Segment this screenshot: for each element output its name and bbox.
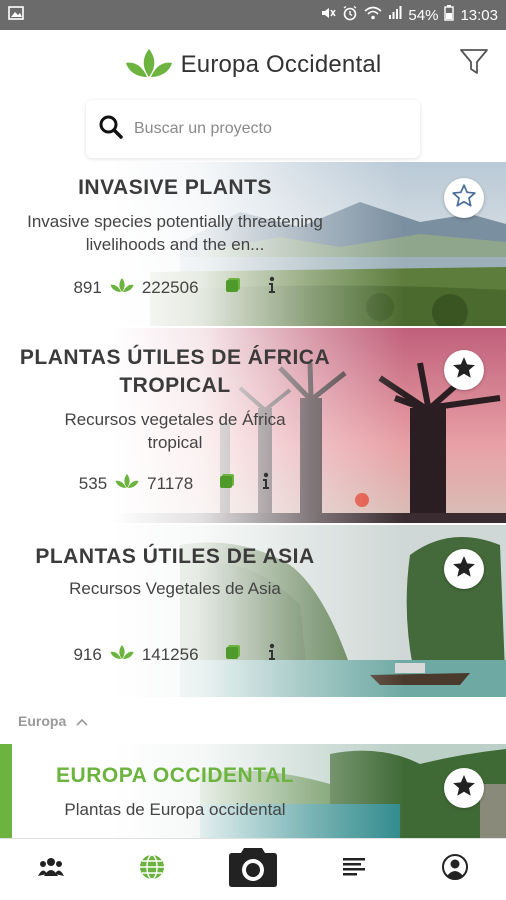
section-header-europa[interactable]: Europa — [0, 698, 506, 744]
search-input[interactable] — [134, 120, 408, 138]
mute-icon — [320, 6, 337, 24]
nav-projects[interactable] — [122, 842, 182, 898]
project-title: EUROPA OCCIDENTAL — [56, 764, 294, 787]
project-card-asia[interactable]: PLANTAS ÚTILES DE ASIA Recursos Vegetale… — [0, 525, 506, 697]
section-label: Europa — [18, 713, 67, 729]
favorite-button[interactable] — [444, 768, 484, 808]
project-stats: 916 141256 — [0, 643, 350, 666]
star-filled-icon — [451, 554, 477, 585]
filter-button[interactable] — [458, 48, 490, 80]
brand: Europa Occidental — [125, 47, 382, 84]
project-title: INVASIVE PLANTS — [78, 176, 272, 199]
images-count: 71178 — [147, 473, 194, 493]
species-count: 916 — [73, 644, 102, 664]
project-description: Recursos vegetales de África tropical — [64, 410, 286, 452]
leaf-icon — [110, 277, 134, 298]
images-icon — [219, 473, 235, 494]
filter-icon — [459, 48, 489, 81]
project-card-invasive-plants[interactable]: INVASIVE PLANTS Invasive species potenti… — [0, 162, 506, 326]
species-count: 535 — [78, 473, 108, 493]
project-description: Invasive species potentially threatening… — [27, 212, 323, 254]
bottom-navigation — [0, 838, 506, 900]
star-filled-icon — [451, 773, 477, 804]
info-icon[interactable] — [261, 472, 271, 495]
battery-percent: 54% — [408, 6, 439, 24]
nav-camera[interactable] — [223, 842, 283, 898]
signal-icon — [388, 6, 402, 24]
species-count: 891 — [73, 277, 102, 297]
clock: 13:03 — [460, 6, 498, 24]
page-title: Europa Occidental — [180, 51, 382, 78]
image-icon — [8, 6, 24, 24]
info-icon[interactable] — [267, 276, 277, 299]
project-title: PLANTAS ÚTILES DE ÁFRICA TROPICAL — [19, 346, 331, 397]
nav-groups[interactable] — [21, 842, 81, 898]
star-outline-icon — [451, 183, 477, 214]
list-icon — [343, 857, 366, 882]
leaf-icon — [110, 644, 134, 665]
app-header: Europa Occidental — [0, 30, 506, 100]
alarm-icon — [342, 5, 358, 25]
search-icon — [98, 114, 124, 145]
status-bar: 54% 13:03 — [0, 0, 506, 30]
favorite-button[interactable] — [444, 350, 484, 390]
leaf-icon — [115, 473, 139, 494]
project-description: Recursos Vegetales de Asia — [69, 579, 281, 598]
nav-profile[interactable] — [425, 842, 485, 898]
star-filled-icon — [451, 355, 477, 386]
nav-list[interactable] — [324, 842, 384, 898]
favorite-button[interactable] — [444, 178, 484, 218]
project-title: PLANTAS ÚTILES DE ASIA — [35, 545, 315, 568]
chevron-up-icon — [76, 713, 88, 729]
groups-icon — [37, 856, 64, 883]
project-stats: 891 222506 — [0, 276, 350, 299]
favorite-button[interactable] — [444, 549, 484, 589]
globe-icon — [138, 853, 166, 886]
wifi-icon — [364, 6, 382, 24]
project-card-europa-occidental[interactable]: EUROPA OCCIDENTAL Plantas de Europa occi… — [0, 744, 506, 838]
project-description: Plantas de Europa occidental — [64, 800, 286, 819]
camera-icon — [228, 846, 278, 893]
battery-icon — [444, 5, 455, 25]
images-icon — [225, 644, 241, 665]
plantnet-leaf-icon — [125, 47, 173, 84]
images-count: 222506 — [141, 277, 199, 297]
info-icon[interactable] — [267, 643, 277, 666]
images-icon — [225, 277, 241, 298]
profile-icon — [441, 853, 469, 886]
project-card-africa[interactable]: PLANTAS ÚTILES DE ÁFRICA TROPICAL Recurs… — [0, 328, 506, 523]
project-stats: 535 71178 — [0, 472, 350, 495]
search-box — [86, 100, 420, 158]
images-count: 141256 — [141, 644, 199, 664]
